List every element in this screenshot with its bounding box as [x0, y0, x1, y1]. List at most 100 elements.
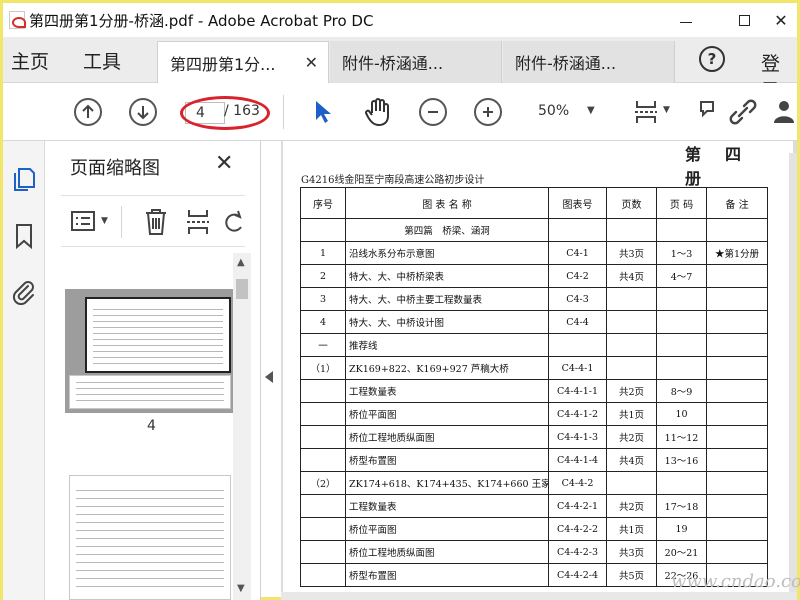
thumbnail-page-5[interactable]	[69, 475, 231, 600]
home-tab[interactable]: 主页	[11, 37, 49, 83]
row-page-range	[656, 356, 707, 380]
row-page-range	[656, 471, 707, 495]
rotate-icon[interactable]	[223, 209, 245, 235]
row-page-range	[656, 287, 707, 311]
row-page-count	[606, 218, 657, 242]
book-label: 第四册	[685, 145, 766, 188]
document-view[interactable]: 第四册 G4216线金阳至宁南段高速公路初步设计 序号 图 表 名 称 图表号 …	[281, 141, 797, 600]
maximize-icon	[738, 14, 750, 26]
zoom-in-button[interactable]	[474, 98, 502, 126]
row-page-range: 8～9	[656, 379, 707, 403]
row-figure-code: C4-1	[548, 241, 607, 265]
row-figure-code: C4-4-2-2	[548, 517, 607, 541]
share-user-icon[interactable]	[771, 99, 797, 123]
horizontal-scrollbar[interactable]	[281, 592, 797, 600]
next-page-button[interactable]	[129, 98, 157, 126]
panel-title: 页面缩略图	[70, 158, 160, 179]
document-scrollbar[interactable]	[789, 153, 797, 593]
comment-icon[interactable]	[699, 99, 717, 125]
row-figure-code: C4-4-2	[548, 471, 607, 495]
close-tab-icon[interactable]: ✕	[305, 53, 318, 72]
row-figure-code: C4-4-1-2	[548, 402, 607, 426]
row-note	[706, 517, 768, 541]
pages-icon[interactable]	[12, 165, 36, 191]
row-page-count	[606, 333, 657, 357]
scroll-up-icon[interactable]: ▲	[237, 257, 245, 268]
row-number: 一	[300, 333, 346, 357]
row-number	[300, 448, 346, 472]
insert-page-icon[interactable]	[185, 207, 211, 237]
collapse-panel-icon[interactable]	[265, 371, 273, 383]
page-display-icon[interactable]	[633, 98, 659, 126]
cursor-arrow-icon[interactable]	[313, 99, 333, 125]
row-figure-code: C4-4-1	[548, 356, 607, 380]
link-icon[interactable]	[727, 98, 759, 126]
table-row: 工程数量表 C4-4-1-1 共2页 8～9	[300, 379, 768, 403]
table-row: （1） ZK169+822、K169+927 芦稿大桥 C4-4-1	[300, 356, 768, 380]
tab-bar: 主页 工具 第四册第1分... ✕ 附件-桥涵通... 附件-桥涵通... ? …	[3, 37, 797, 102]
navigation-rail	[3, 141, 45, 600]
row-page-range: 1～3	[656, 241, 707, 265]
thumbnail-scrollbar[interactable]: ▲ ▼	[233, 253, 251, 600]
row-number	[300, 425, 346, 449]
help-icon[interactable]: ?	[699, 46, 725, 72]
row-figure-code: C4-4-2-3	[548, 540, 607, 564]
table-row: （2）ZK174+618、K174+435、K174+660 王家屋基1号大桥C…	[300, 471, 768, 495]
row-figure-code: C4-3	[548, 287, 607, 311]
thumbnail-page-number: 4	[147, 418, 156, 434]
hand-icon[interactable]	[364, 97, 392, 127]
row-title: 桥位工程地质纵面图	[345, 425, 549, 449]
thumbnail-page-4[interactable]	[85, 297, 231, 373]
row-page-count: 共4页	[606, 264, 657, 288]
row-figure-code: C4-4-1-4	[548, 448, 607, 472]
trash-icon[interactable]	[143, 207, 169, 237]
tools-tab[interactable]: 工具	[83, 37, 121, 83]
thumbnail-page-4-lower	[69, 375, 231, 409]
row-note	[706, 494, 768, 518]
table-row: 2 特大、大、中桥桥梁表 C4-2 共4页 4～7	[300, 264, 768, 288]
pdf-page: 第四册 G4216线金阳至宁南段高速公路初步设计 序号 图 表 名 称 图表号 …	[283, 141, 793, 600]
row-page-range: 20～21	[656, 540, 707, 564]
options-menu-icon[interactable]	[71, 211, 97, 233]
row-title: 特大、大、中桥主要工程数量表	[345, 287, 549, 311]
row-title: 特大、大、中桥桥梁表	[345, 264, 549, 288]
chevron-down-icon[interactable]: ▼	[101, 216, 108, 226]
chevron-down-icon[interactable]: ▼	[663, 105, 670, 115]
arrow-down-icon	[137, 106, 149, 120]
column-header: 页 码	[656, 187, 707, 219]
zoom-out-button[interactable]	[419, 98, 447, 126]
row-page-range: 13～16	[656, 448, 707, 472]
document-tab-3[interactable]: 附件-桥涵通...	[503, 41, 675, 83]
row-title: 第四篇 桥梁、涵洞	[345, 218, 549, 242]
thumbnail-list[interactable]: 4	[61, 253, 237, 600]
acrobat-app-icon	[9, 11, 26, 29]
table-row: 1 沿线水系分布示意图 C4-1 共3页 1～3 ★第1分册	[300, 241, 768, 265]
document-tab-1[interactable]: 第四册第1分... ✕	[157, 41, 329, 84]
row-page-count: 共1页	[606, 402, 657, 426]
maximize-button[interactable]	[721, 3, 767, 37]
close-window-button[interactable]: ✕	[765, 3, 797, 37]
row-number: 4	[300, 310, 346, 334]
zoom-level-select[interactable]: 50%	[526, 100, 608, 124]
row-page-range: 10	[656, 402, 707, 426]
paperclip-icon[interactable]	[12, 279, 36, 305]
row-note	[706, 310, 768, 334]
row-title: 沿线水系分布示意图	[345, 241, 549, 265]
row-title: 桥位工程地质纵面图	[345, 540, 549, 564]
document-tab-2[interactable]: 附件-桥涵通...	[330, 41, 502, 83]
row-number: （2）	[300, 471, 346, 495]
scroll-down-icon[interactable]: ▼	[237, 583, 245, 594]
minimize-button[interactable]	[663, 3, 709, 37]
document-tab-label: 附件-桥涵通...	[342, 54, 444, 73]
panel-tools-divider	[121, 206, 122, 238]
scrollbar-thumb[interactable]	[236, 279, 248, 299]
document-tab-label: 附件-桥涵通...	[515, 54, 617, 73]
bookmark-icon[interactable]	[12, 223, 36, 249]
row-figure-code: C4-4-1-3	[548, 425, 607, 449]
chevron-down-icon[interactable]: ▼	[587, 105, 595, 116]
table-row: 4 特大、大、中桥设计图 C4-4	[300, 310, 768, 334]
close-panel-icon[interactable]: ✕	[215, 151, 233, 176]
row-page-count: 共3页	[606, 540, 657, 564]
row-number	[300, 218, 346, 242]
previous-page-button[interactable]	[74, 98, 102, 126]
